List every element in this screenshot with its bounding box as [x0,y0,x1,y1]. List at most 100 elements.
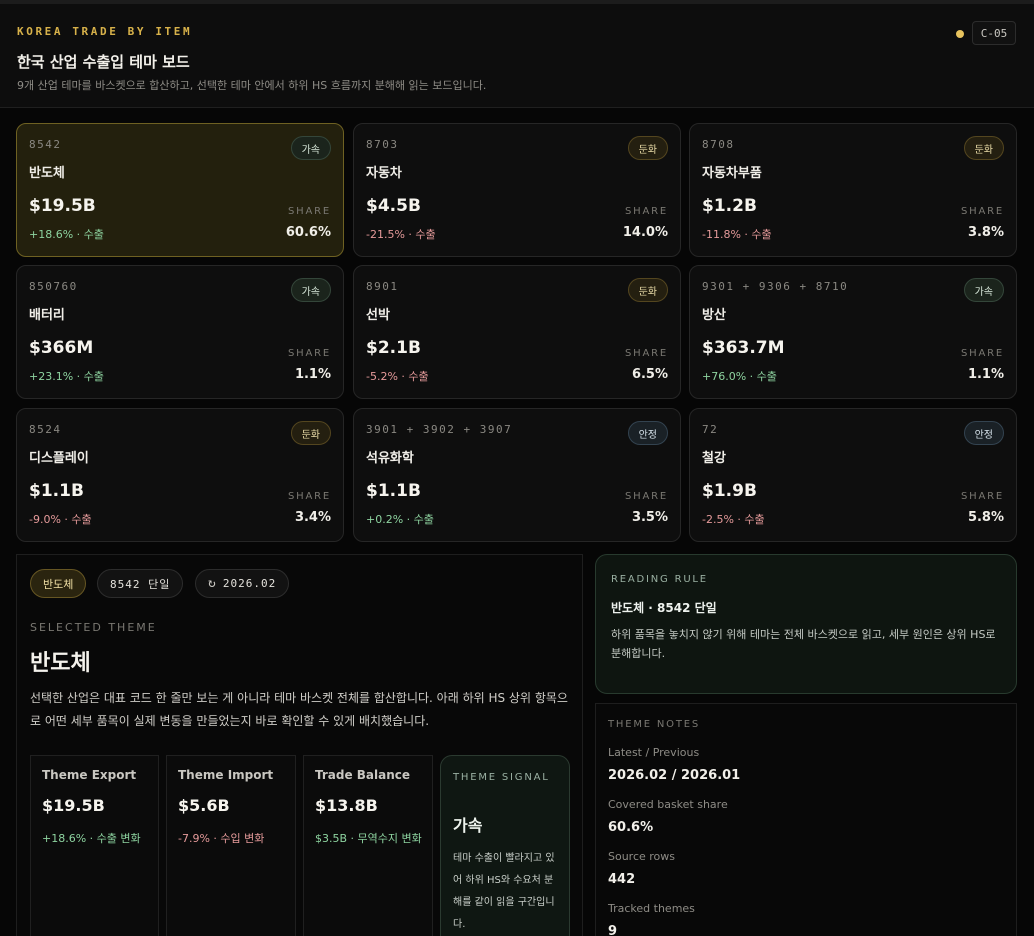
theme-notes-label: THEME NOTES [608,719,700,730]
share-label: SHARE [961,348,1004,359]
theme-share: 14.0% [622,225,668,240]
theme-name: 석유화학 [366,451,414,466]
share-label: SHARE [961,491,1004,502]
theme-signal-badge: 둔화 [963,136,1004,160]
metric-value: $19.5B [42,796,105,815]
page-subtitle: 9개 산업 테마를 바스켓으로 합산하고, 선택한 테마 안에서 하위 HS 흐… [17,79,487,92]
theme-export-value: $1.2B [702,196,757,216]
theme-code: 8703 [366,138,399,151]
theme-code: 8901 [366,280,399,293]
metric-label: Theme Import [178,768,274,782]
share-label: SHARE [288,206,331,217]
theme-signal-badge: 둔화 [290,421,331,445]
chart-code-badge: C-05 [972,21,1016,45]
theme-name: 배터리 [29,308,65,323]
theme-card-display[interactable]: 8524 디스플레이 둔화 $1.1B SHARE -9.0% · 수출 3.4… [16,408,344,542]
theme-code: 9301 + 9306 + 8710 [702,280,849,293]
theme-name: 자동차부품 [702,166,762,181]
selected-theme-label: SELECTED THEME [30,621,157,634]
theme-change: +0.2% · 수출 [366,513,434,526]
share-label: SHARE [625,348,668,359]
selected-theme-title: 반도체 [30,651,91,676]
selected-theme-description: 선택한 산업은 대표 코드 한 줄만 보는 게 아니라 테마 바스켓 전체를 합… [30,691,568,728]
theme-signal-badge: 가속 [963,278,1004,302]
reading-rule-title: 반도체 · 8542 단일 [611,601,717,615]
signal-label: THEME SIGNAL [453,772,550,783]
period-pill[interactable]: ↻ 2026.02 [195,569,290,598]
theme-signal-badge: 안정 [963,421,1004,445]
theme-code: 3901 + 3902 + 3907 [366,423,513,436]
theme-code: 850760 [29,280,78,293]
theme-code: 8708 [702,138,735,151]
theme-card-auto[interactable]: 8703 자동차 둔화 $4.5B SHARE -21.5% · 수출 14.0… [353,123,681,257]
selected-theme-panel: 반도체 8542 단일 ↻ 2026.02 SELECTED THEME 반도체… [16,554,583,936]
theme-signal-badge: 둔화 [627,136,668,160]
share-label: SHARE [625,206,668,217]
theme-code: 8524 [29,423,62,436]
theme-card-ship[interactable]: 8901 선박 둔화 $2.1B SHARE -5.2% · 수출 6.5% [353,265,681,399]
theme-share: 60.6% [285,225,331,240]
share-label: SHARE [288,491,331,502]
theme-card-semiconductor[interactable]: 8542 반도체 가속 $19.5B SHARE +18.6% · 수출 60.… [16,123,344,257]
signal-value: 가속 [453,816,483,835]
theme-card-steel[interactable]: 72 철강 안정 $1.9B SHARE -2.5% · 수출 5.8% [689,408,1017,542]
metric-change: $3.5B · 무역수지 변화 [315,832,422,845]
theme-change: -5.2% · 수출 [366,370,429,383]
theme-name: 반도체 [29,166,65,181]
theme-name: 자동차 [366,166,402,181]
note-value: 442 [608,872,636,887]
theme-name: 철강 [702,451,726,466]
theme-export-value: $2.1B [366,338,421,358]
theme-card-battery[interactable]: 850760 배터리 가속 $366M SHARE +23.1% · 수출 1.… [16,265,344,399]
metric-label: Theme Export [42,768,137,782]
theme-share: 1.1% [967,367,1004,382]
theme-change: +76.0% · 수출 [702,370,777,383]
period-label: 2026.02 [222,577,277,590]
metric-value: $5.6B [178,796,230,815]
theme-change: -2.5% · 수출 [702,513,765,526]
note-key: Latest / Previous [608,746,700,759]
note-value: 9 [608,924,618,936]
theme-export-value: $363.7M [702,338,785,358]
page-title: 한국 산업 수출입 테마 보드 [17,53,190,71]
hs-code-filter-pill[interactable]: 8542 단일 [97,569,184,598]
metric-theme-import: Theme Import $5.6B -7.9% · 수입 변화 [166,755,296,936]
theme-name: 방산 [702,308,726,323]
theme-share: 3.5% [631,510,668,525]
theme-filter-pill[interactable]: 반도체 [30,569,87,598]
theme-change: -21.5% · 수출 [366,228,436,241]
metric-change: +18.6% · 수출 변화 [42,832,141,845]
theme-notes-panel: THEME NOTES Latest / Previous 2026.02 / … [595,703,1017,936]
theme-share: 3.4% [294,510,331,525]
theme-code: 8542 [29,138,62,151]
theme-name: 선박 [366,308,390,323]
theme-export-value: $1.1B [29,481,84,501]
theme-change: -9.0% · 수출 [29,513,92,526]
theme-signal-badge: 가속 [290,136,331,160]
reading-rule-label: READING RULE [611,574,708,585]
note-value: 2026.02 / 2026.01 [608,768,741,783]
refresh-icon: ↻ [208,576,217,591]
page-header: KOREA TRADE BY ITEM 한국 산업 수출입 테마 보드 9개 산… [0,4,1034,108]
theme-card-petrochemical[interactable]: 3901 + 3902 + 3907 석유화학 안정 $1.1B SHARE +… [353,408,681,542]
theme-name: 디스플레이 [29,451,89,466]
share-label: SHARE [625,491,668,502]
theme-card-auto-parts[interactable]: 8708 자동차부품 둔화 $1.2B SHARE -11.8% · 수출 3.… [689,123,1017,257]
theme-share: 3.8% [967,225,1004,240]
metric-label: Trade Balance [315,768,411,782]
theme-signal-card: THEME SIGNAL 가속 테마 수출이 빨라지고 있어 하위 HS와 수요… [440,755,570,936]
metric-trade-balance: Trade Balance $13.8B $3.5B · 무역수지 변화 [303,755,433,936]
status-dot-icon [956,30,964,38]
reading-rule-description: 하위 품목을 놓치지 않기 위해 테마는 전체 바스켓으로 읽고, 세부 원인은… [611,628,996,660]
share-label: SHARE [288,348,331,359]
theme-export-value: $19.5B [29,196,96,216]
note-value: 60.6% [608,820,654,835]
theme-card-defense[interactable]: 9301 + 9306 + 8710 방산 가속 $363.7M SHARE +… [689,265,1017,399]
theme-signal-badge: 둔화 [627,278,668,302]
reading-rule-panel: READING RULE 반도체 · 8542 단일 하위 품목을 놓치지 않기… [595,554,1017,694]
note-key: Source rows [608,850,676,863]
signal-description: 테마 수출이 빨라지고 있어 하위 HS와 수요처 분해를 같이 읽을 구간입니… [453,853,555,930]
theme-code: 72 [702,423,719,436]
note-key: Tracked themes [608,902,695,915]
theme-change: +18.6% · 수출 [29,228,104,241]
